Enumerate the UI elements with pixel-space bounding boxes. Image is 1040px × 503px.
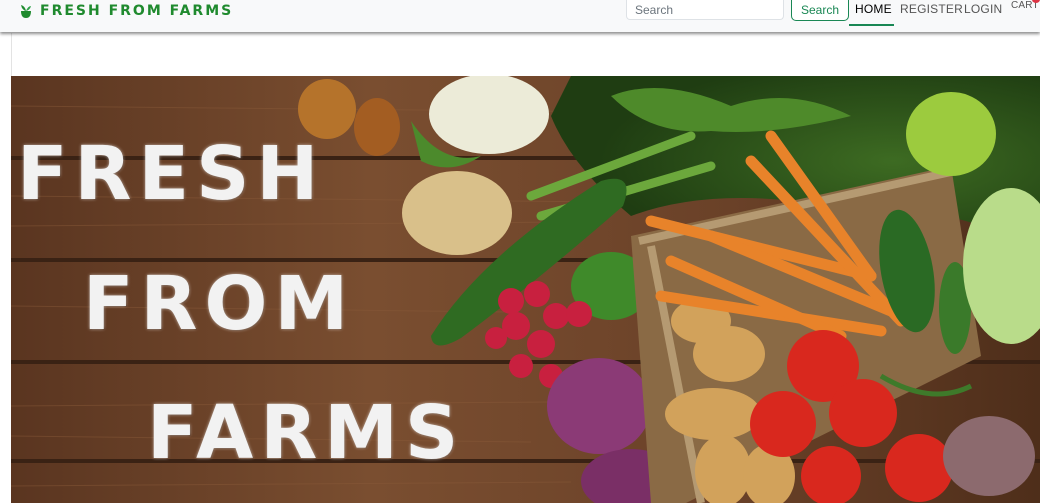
navbar: FRESH FROM FARMS Search HOME REGISTER LO… — [0, 0, 1040, 32]
leaf-pot-icon — [21, 5, 31, 18]
nav-register-link[interactable]: REGISTER — [900, 2, 963, 16]
brand-name: FRESH FROM FARMS — [40, 3, 234, 19]
nav-login-link[interactable]: LOGIN — [964, 2, 1002, 16]
search-button[interactable]: Search — [791, 0, 849, 21]
hero-title-line: FRESH — [17, 131, 326, 217]
nav-home-link[interactable]: HOME — [855, 2, 892, 16]
hero-title-line: FROM — [83, 261, 356, 347]
hero-banner: FRESH FROM FARMS — [11, 76, 1040, 503]
active-link-indicator — [849, 24, 894, 26]
search-input[interactable] — [626, 0, 784, 20]
hero-title-line: FARMS — [147, 390, 466, 476]
brand-link[interactable]: FRESH FROM FARMS — [18, 2, 233, 20]
content-left-border — [11, 33, 12, 76]
